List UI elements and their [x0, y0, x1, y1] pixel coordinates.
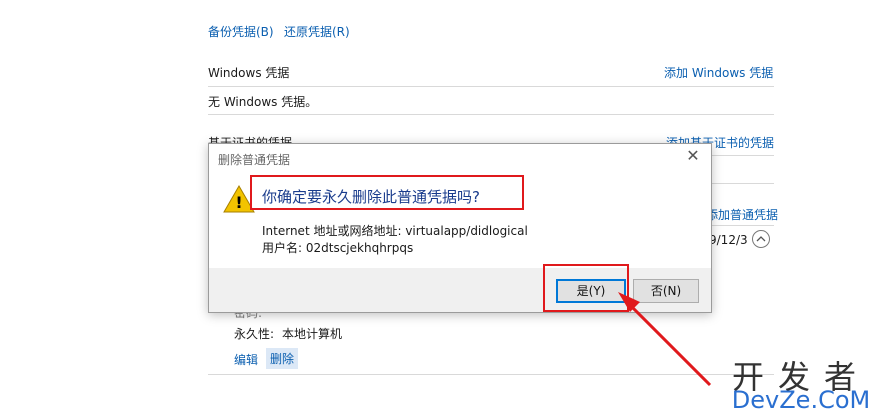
collapse-chevron-icon[interactable]	[752, 230, 770, 248]
add-generic-credential-link[interactable]: 添加普通凭据	[706, 206, 778, 223]
section-divider	[710, 155, 774, 156]
no-windows-credentials-text: 无 Windows 凭据。	[208, 95, 318, 109]
persistence-value: 本地计算机	[282, 327, 343, 341]
dialog-title: 删除普通凭据	[218, 153, 291, 167]
restore-credentials-link[interactable]: 还原凭据(R)	[284, 23, 350, 40]
windows-credentials-title: Windows 凭据	[208, 66, 290, 80]
section-divider	[710, 183, 774, 184]
section-divider	[208, 86, 774, 87]
annotation-arrow-icon	[618, 292, 712, 387]
add-windows-credential-link[interactable]: 添加 Windows 凭据	[664, 64, 773, 81]
section-divider	[710, 225, 774, 226]
question-highlight-box	[250, 175, 524, 210]
close-icon[interactable]: ✕	[684, 147, 702, 165]
edit-credential-link[interactable]: 编辑	[234, 351, 258, 368]
section-divider	[208, 114, 774, 115]
watermark-subtitle: DevZe.CoM	[731, 386, 871, 414]
backup-credentials-link[interactable]: 备份凭据(B)	[208, 23, 274, 40]
username-text: 用户名: 02dtscjekhqhrpqs	[262, 241, 414, 255]
persistence-label: 永久性:	[234, 327, 275, 341]
delete-credential-link[interactable]: 删除	[266, 348, 299, 369]
internet-address-text: Internet 地址或网络地址: virtualapp/didlogical	[262, 224, 528, 238]
credential-modified-date: 9/12/3	[709, 233, 748, 247]
